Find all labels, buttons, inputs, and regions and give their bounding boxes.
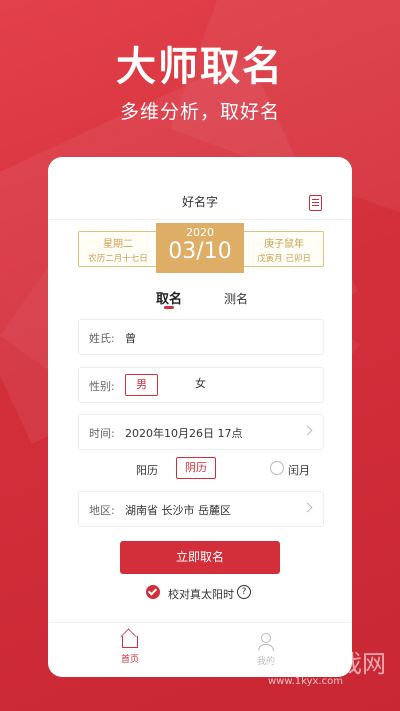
time-field[interactable]: 时间: 2020年10月26日 17点 bbox=[78, 414, 324, 450]
solar-time-check[interactable]: 校对真太阳时 ? bbox=[146, 585, 316, 601]
gender-male-button[interactable]: 男 bbox=[125, 374, 158, 396]
region-label: 地区: bbox=[89, 504, 115, 517]
time-label: 时间: bbox=[89, 427, 115, 440]
help-icon[interactable]: ? bbox=[237, 585, 251, 599]
chevron-right-icon bbox=[302, 502, 313, 513]
date-year: 2020 bbox=[186, 226, 214, 239]
nav-home-label: 首页 bbox=[120, 655, 139, 665]
gender-label: 性别: bbox=[89, 380, 115, 393]
tab-indicator bbox=[164, 306, 174, 309]
gender-field: 性别: 男 女 bbox=[78, 367, 324, 403]
check-icon[interactable] bbox=[146, 585, 160, 599]
card-title: 好名字 bbox=[181, 195, 218, 209]
nav-me-label: 我的 bbox=[256, 657, 275, 667]
ganzhi-month-day: 戊寅月 己卯日 bbox=[257, 254, 311, 264]
mode-tabs: 取名 测名 bbox=[48, 288, 352, 318]
time-value: 2020年10月26日 17点 bbox=[125, 427, 243, 440]
nav-home[interactable]: 首页 bbox=[118, 630, 142, 665]
home-icon bbox=[122, 636, 138, 648]
region-field[interactable]: 地区: 湖南省 长沙市 岳麓区 bbox=[78, 491, 324, 527]
lunar-date: 农历二月十七日 bbox=[88, 254, 148, 264]
ganzhi-block: 庚子鼠年 戊寅月 己卯日 bbox=[245, 232, 323, 266]
calendar-options: 阳历 阴历 闰月 bbox=[48, 457, 352, 481]
weekday: 星期二 bbox=[103, 239, 133, 250]
surname-field[interactable]: 姓氏: 曾 bbox=[78, 319, 324, 355]
hero-subtitle: 多维分析，取好名 bbox=[119, 101, 280, 123]
tab-naming[interactable]: 取名 bbox=[156, 288, 182, 307]
lunar-option[interactable]: 阴历 bbox=[176, 457, 216, 479]
weekday-block: 星期二 农历二月十七日 bbox=[79, 232, 157, 266]
leap-month-radio[interactable] bbox=[270, 461, 284, 475]
region-value: 湖南省 长沙市 岳麓区 bbox=[125, 504, 231, 517]
surname-label: 姓氏: bbox=[89, 332, 115, 345]
date-day: 03/10 bbox=[168, 239, 232, 264]
date-highlight: 2020 03/10 bbox=[156, 223, 244, 273]
user-icon-body bbox=[258, 644, 274, 651]
leap-month-label: 闰月 bbox=[288, 464, 310, 477]
user-icon bbox=[261, 633, 271, 643]
chevron-right-icon bbox=[302, 425, 313, 436]
tab-test-name[interactable]: 测名 bbox=[224, 290, 248, 307]
gender-female-button[interactable]: 女 bbox=[185, 374, 216, 394]
surname-value[interactable]: 曾 bbox=[125, 330, 136, 346]
submit-naming-button[interactable]: 立即取名 bbox=[120, 541, 280, 574]
ganzhi-year: 庚子鼠年 bbox=[264, 239, 304, 250]
divider bbox=[48, 622, 352, 623]
nav-me[interactable]: 我的 bbox=[254, 630, 278, 667]
clipboard-icon[interactable] bbox=[309, 195, 322, 211]
solar-time-label: 校对真太阳时 bbox=[168, 588, 234, 601]
hero-title: 大师取名 bbox=[116, 43, 284, 90]
solar-option[interactable]: 阳历 bbox=[136, 462, 158, 478]
naming-card: 好名字 星期二 农历二月十七日 庚子鼠年 戊寅月 己卯日 2020 03/10 … bbox=[48, 157, 352, 677]
divider bbox=[48, 219, 352, 220]
